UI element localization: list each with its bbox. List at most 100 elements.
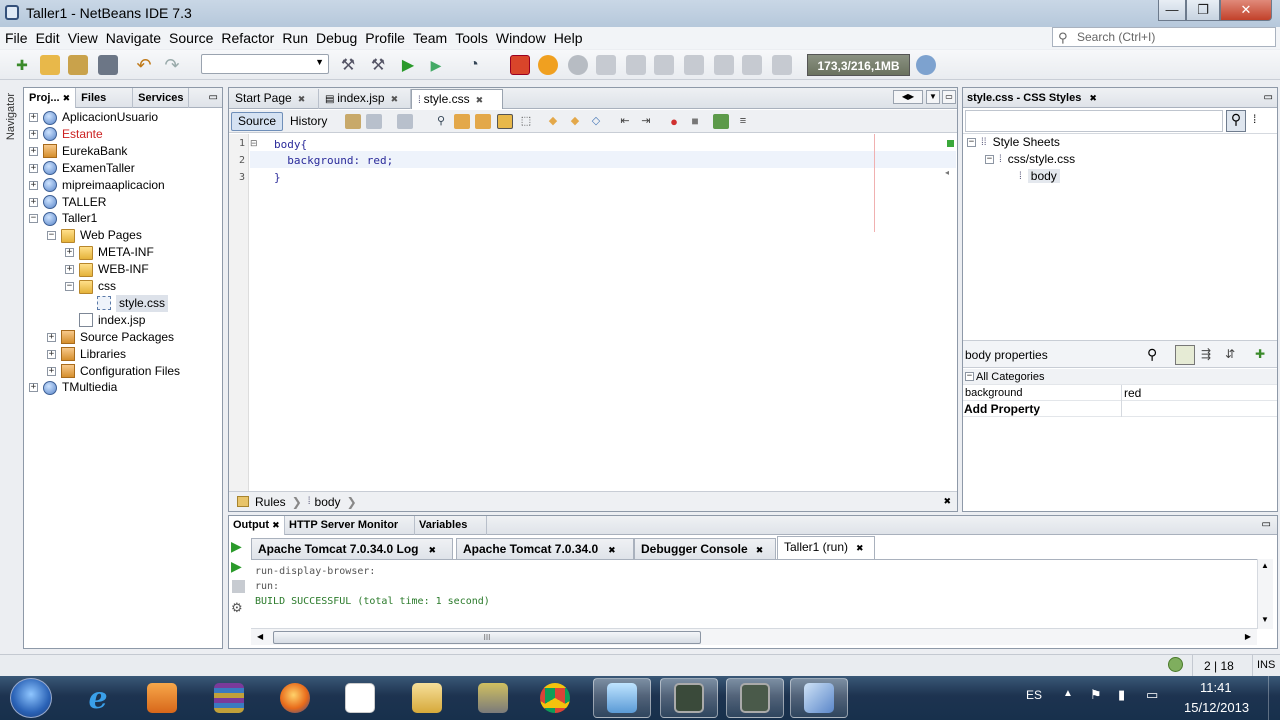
close-icon[interactable]: ✖	[1089, 88, 1097, 108]
navigator-strip[interactable]: Navigator	[0, 87, 22, 647]
notifications-icon[interactable]	[1168, 657, 1183, 672]
configuration-select[interactable]: ▼	[201, 54, 329, 74]
search-icon[interactable]: ⚲	[1147, 346, 1157, 363]
code-line[interactable]: background: red;	[274, 154, 393, 167]
minimize-panel-icon[interactable]: ▭	[1264, 88, 1273, 108]
tab-variables[interactable]: Variables	[415, 516, 487, 535]
tree-css-file[interactable]: − ⁞ css/style.css	[985, 152, 1075, 166]
expand-icon[interactable]: +	[29, 129, 38, 139]
run-to-cursor-icon[interactable]	[684, 55, 704, 75]
task-explorer[interactable]	[398, 678, 456, 718]
close-icon[interactable]: ✖	[391, 94, 399, 104]
close-icon[interactable]: ✖	[272, 520, 280, 530]
expand-icon[interactable]: +	[29, 163, 38, 173]
previous-bookmark-icon[interactable]: ◆	[545, 114, 561, 129]
menu-run[interactable]: Run	[281, 30, 309, 46]
expand-icon[interactable]: +	[29, 146, 38, 156]
minimize-button[interactable]: —	[1158, 0, 1186, 21]
close-icon[interactable]: ✖	[63, 93, 71, 103]
apply-changes-icon[interactable]	[714, 55, 734, 75]
css-filter-input[interactable]	[965, 110, 1223, 132]
tab-http-server-monitor[interactable]: HTTP Server Monitor	[285, 516, 415, 535]
pause-icon[interactable]	[538, 55, 558, 75]
language-indicator[interactable]: ES	[1026, 688, 1042, 702]
close-icon[interactable]: ✖	[608, 545, 616, 555]
next-bookmark-icon[interactable]: ◆	[567, 114, 583, 129]
take-snapshot-icon[interactable]	[742, 55, 762, 75]
history-button[interactable]: History	[283, 112, 334, 131]
continue-icon[interactable]	[568, 55, 588, 75]
tree-item[interactable]: + TALLER	[29, 194, 106, 211]
ide-scroll-arrows[interactable]	[1263, 545, 1279, 625]
find-previous-icon[interactable]	[454, 114, 470, 129]
tab-services[interactable]: Services	[133, 87, 190, 108]
collapse-icon[interactable]: −	[965, 372, 974, 381]
menu-window[interactable]: Window	[495, 30, 547, 46]
tree-item[interactable]: + META-INF	[65, 244, 154, 261]
scroll-tabs-icon[interactable]: ◀▶	[893, 90, 923, 104]
expand-icon[interactable]: +	[47, 349, 56, 359]
tree-item[interactable]: + EurekaBank	[29, 143, 127, 160]
breadcrumb-rules[interactable]: Rules	[255, 495, 286, 509]
expand-icon[interactable]: +	[29, 383, 38, 393]
menu-navigate[interactable]: Navigate	[105, 30, 162, 46]
battery-icon[interactable]: ▭	[1146, 687, 1158, 703]
category-row[interactable]: − All Categories	[963, 369, 1277, 385]
settings-icon[interactable]: ⚙	[231, 600, 243, 616]
undo-icon[interactable]: ↶	[134, 55, 154, 75]
close-icon[interactable]: ✖	[476, 95, 484, 105]
menu-profile[interactable]: Profile	[364, 30, 406, 46]
add-property-row[interactable]: Add Property	[963, 401, 1277, 417]
close-icon[interactable]: ✖	[943, 496, 951, 507]
menu-tools[interactable]: Tools	[454, 30, 489, 46]
step-over-icon[interactable]	[596, 55, 616, 75]
toggle-rect-selection-icon[interactable]: ⬚	[518, 114, 534, 129]
tab-projects[interactable]: Proj... ✖	[24, 87, 77, 108]
expand-icon[interactable]: +	[29, 180, 38, 190]
expand-icon[interactable]: +	[65, 248, 74, 258]
toggle-highlight-icon[interactable]	[497, 114, 513, 129]
task-netbeans[interactable]	[790, 678, 848, 718]
tree-style-sheets[interactable]: − ⁞⁞ Style Sheets	[967, 135, 1060, 149]
find-next-icon[interactable]	[475, 114, 491, 129]
show-desktop-button[interactable]	[1268, 676, 1280, 720]
minimize-panel-icon[interactable]: ▭	[209, 92, 218, 103]
tab-files[interactable]: Files	[76, 87, 134, 108]
menu-refactor[interactable]: Refactor	[220, 30, 275, 46]
categorized-view-icon[interactable]: ⇶	[1201, 347, 1211, 361]
close-icon[interactable]: ✖	[429, 545, 437, 555]
tree-item[interactable]: + mipreimaaplicacion	[29, 177, 165, 194]
menu-source[interactable]: Source	[168, 30, 214, 46]
action-center-icon[interactable]: ⚑	[1090, 687, 1102, 703]
menu-team[interactable]: Team	[412, 30, 448, 46]
tree-item[interactable]: + ExamenTaller	[29, 160, 135, 177]
tree-item[interactable]: style.css	[83, 294, 169, 312]
start-button[interactable]	[10, 678, 52, 718]
collapse-icon[interactable]: −	[967, 137, 976, 147]
expand-icon[interactable]: +	[29, 197, 38, 207]
task-terminal[interactable]	[660, 678, 718, 718]
sort-alpha-icon[interactable]: ⇵	[1225, 347, 1235, 361]
expand-icon[interactable]: +	[65, 265, 74, 275]
tree-item[interactable]: + Configuration Files	[47, 363, 180, 380]
last-edit-icon[interactable]	[345, 114, 361, 129]
source-button[interactable]: Source	[231, 112, 284, 131]
shift-right-icon[interactable]: ⇥	[638, 114, 654, 129]
new-file-icon[interactable]: ✚	[12, 55, 32, 75]
clock-time[interactable]: 11:41	[1200, 680, 1232, 695]
garbage-collect-icon[interactable]	[916, 55, 936, 75]
code-line[interactable]: }	[274, 171, 281, 184]
debug-icon[interactable]: ▶	[426, 55, 446, 75]
tab-output[interactable]: Output ✖	[229, 516, 285, 535]
tab-tomcat-log[interactable]: Apache Tomcat 7.0.34.0 Log ✖	[251, 538, 453, 559]
build-hammer-icon[interactable]: ⚒	[338, 55, 358, 75]
comment-icon[interactable]	[713, 114, 729, 129]
tree-body-rule[interactable]: ⁞ body	[1019, 169, 1060, 183]
menu-debug[interactable]: Debug	[315, 30, 358, 46]
task-app-stopped[interactable]	[726, 678, 784, 718]
tree-item[interactable]: + WEB-INF	[65, 261, 149, 278]
close-button[interactable]: ✕	[1220, 0, 1272, 21]
task-tools[interactable]	[464, 678, 522, 718]
menu-file[interactable]: File	[4, 30, 29, 46]
tab-tomcat[interactable]: Apache Tomcat 7.0.34.0 ✖	[456, 538, 634, 559]
